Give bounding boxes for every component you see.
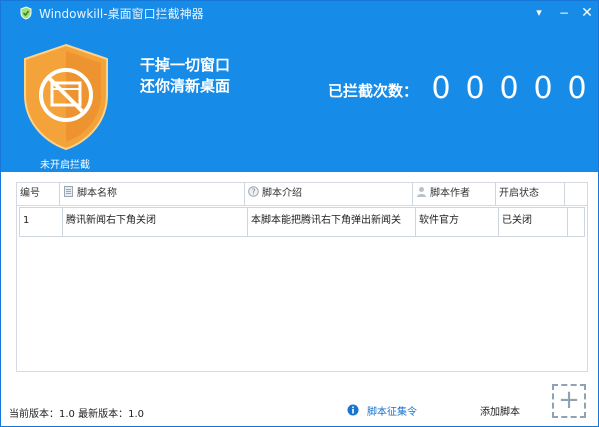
help-icon: ? xyxy=(248,186,259,197)
cell-author: 软件官方 xyxy=(416,208,499,236)
column-header-id[interactable]: 编号 xyxy=(17,183,60,205)
cell-description: 本脚本能把腾讯右下角弹出新闻关 xyxy=(248,208,416,236)
add-script-button[interactable]: + xyxy=(552,384,586,418)
blocking-shield-icon[interactable] xyxy=(23,43,109,151)
script-collection-link[interactable]: 脚本征集令 xyxy=(367,403,417,418)
blocking-status-label: 未开启拦截 xyxy=(40,160,90,171)
column-header-status[interactable]: 开启状态 xyxy=(496,183,565,205)
cell-id: 1 xyxy=(20,208,63,236)
column-label: 脚本作者 xyxy=(430,188,470,199)
user-icon xyxy=(417,187,426,197)
header-banner: Windowkill-桌面窗口拦截神器 ▾ − ✕ 未开启拦截 干掉一切窗口 还… xyxy=(1,1,598,172)
count-digit: 0 xyxy=(499,71,519,106)
minimize-button[interactable]: − xyxy=(553,3,575,23)
column-header-description[interactable]: ? 脚本介绍 xyxy=(245,183,413,205)
column-label: 脚本介绍 xyxy=(262,188,302,199)
window-title: Windowkill-桌面窗口拦截神器 xyxy=(39,7,204,21)
column-label: 开启状态 xyxy=(499,188,539,199)
count-digit: 0 xyxy=(567,71,587,106)
cell-name: 腾讯新闻右下角关闭 xyxy=(63,208,248,236)
count-digit: 0 xyxy=(465,71,485,106)
svg-text:?: ? xyxy=(251,187,255,196)
version-info: 当前版本：1.0 最新版本：1.0 xyxy=(9,409,144,420)
slogan-line-1: 干掉一切窗口 xyxy=(140,56,231,74)
menu-dropdown-button[interactable]: ▾ xyxy=(528,3,550,23)
count-digit: 0 xyxy=(533,71,553,106)
cell-status[interactable]: 已关闭 xyxy=(499,208,568,236)
column-label: 脚本名称 xyxy=(77,188,117,199)
shield-logo-icon xyxy=(20,6,32,20)
script-table: 编号 脚本名称 ? 脚本介绍 脚本作者 开启状态 1 腾讯新闻右下角关闭 本脚本能… xyxy=(16,182,588,372)
column-label: 编号 xyxy=(20,188,40,199)
slogan: 干掉一切窗口 还你清新桌面 xyxy=(140,55,230,97)
document-icon xyxy=(64,186,73,197)
column-header-author[interactable]: 脚本作者 xyxy=(413,183,496,205)
slogan-line-2: 还你清新桌面 xyxy=(140,77,231,95)
table-header: 编号 脚本名称 ? 脚本介绍 脚本作者 开启状态 xyxy=(17,183,587,206)
info-icon xyxy=(347,404,359,416)
app-window: Windowkill-桌面窗口拦截神器 ▾ − ✕ 未开启拦截 干掉一切窗口 还… xyxy=(0,0,599,427)
count-digit: 0 xyxy=(431,71,451,106)
table-row[interactable]: 1 腾讯新闻右下角关闭 本脚本能把腾讯右下角弹出新闻关 软件官方 已关闭 xyxy=(19,207,585,237)
add-script-label[interactable]: 添加脚本 xyxy=(480,403,520,418)
column-header-name[interactable]: 脚本名称 xyxy=(60,183,245,205)
title-bar: Windowkill-桌面窗口拦截神器 ▾ − ✕ xyxy=(1,1,598,25)
block-count-label: 已拦截次数： xyxy=(328,82,419,100)
close-button[interactable]: ✕ xyxy=(576,3,598,23)
